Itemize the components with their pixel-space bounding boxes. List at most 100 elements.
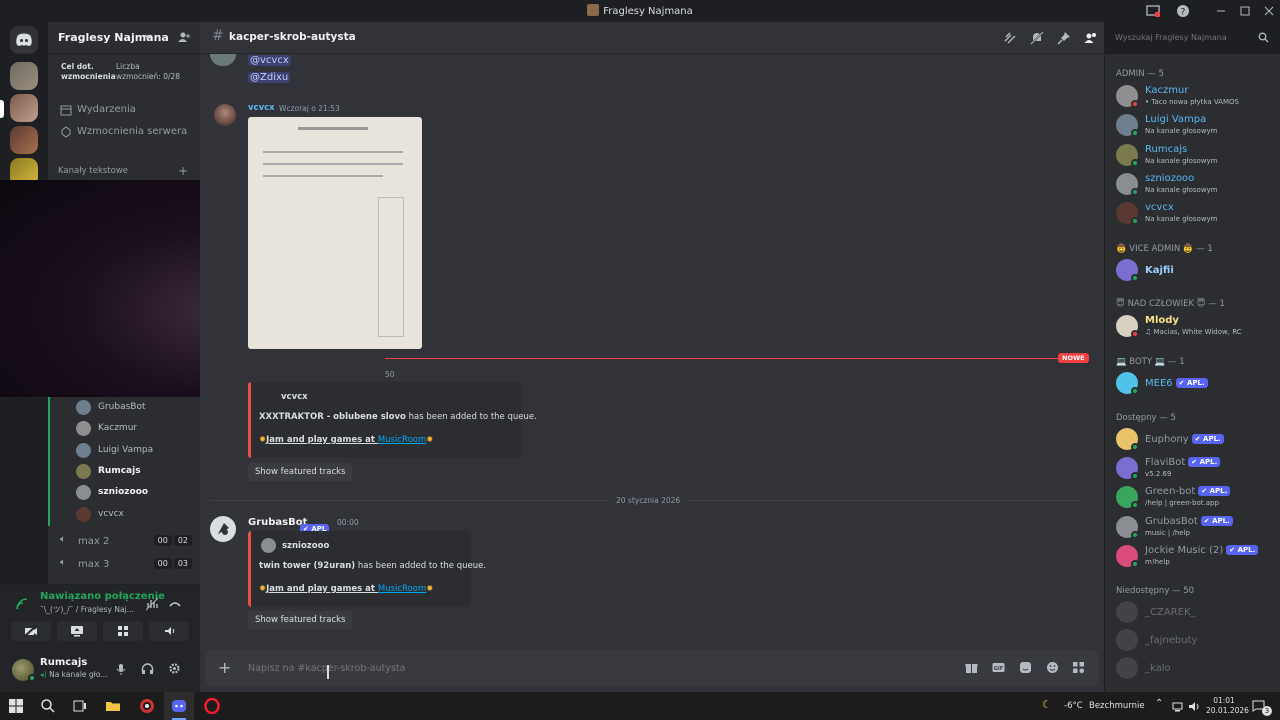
message-input[interactable] <box>248 659 848 677</box>
windows-start-icon[interactable] <box>8 698 24 714</box>
clock[interactable]: 01:01 20.01.2026 <box>1206 696 1249 716</box>
avatar[interactable] <box>210 516 236 542</box>
server-icon-3[interactable] <box>10 126 38 154</box>
active-server-pill <box>0 100 4 118</box>
soundboard-button[interactable] <box>149 621 189 641</box>
member-item[interactable]: FlaviBot ✔ APL. v5.2.69 <box>1116 455 1276 483</box>
message-timestamp: Wczoraj o 21:53 <box>279 104 340 113</box>
boosts-link[interactable]: Wzmocnienia serwera <box>77 126 187 137</box>
member-item-offline[interactable]: _kalo <box>1116 655 1276 683</box>
noise-suppression-icon[interactable] <box>145 597 159 611</box>
voice-channel[interactable]: 🔈︎ max 3 00 03 <box>60 557 192 575</box>
gear-icon[interactable] <box>168 662 181 675</box>
message-author[interactable]: GrubasBot <box>248 517 307 528</box>
invite-icon[interactable] <box>178 31 190 43</box>
minimize-icon[interactable] <box>1214 4 1228 18</box>
signal-icon[interactable] <box>15 597 29 611</box>
help-icon[interactable]: ? <box>1176 4 1190 18</box>
member-item[interactable]: Jockie Music (2) ✔ APL. m!help <box>1116 543 1276 571</box>
voice-channel[interactable]: 🔈︎ max 2 00 02 <box>60 534 192 552</box>
emoji-icon[interactable] <box>1046 661 1059 674</box>
network-icon[interactable] <box>1172 701 1183 712</box>
member-item[interactable]: MEE6 ✔ APL. <box>1116 370 1276 398</box>
app-tag: ✔ APL. <box>1191 434 1224 444</box>
apps-icon[interactable] <box>1072 661 1085 674</box>
voice-status-icon: ◂) <box>40 670 47 679</box>
embed-user: szniozooo <box>282 541 330 551</box>
screen-share-button[interactable] <box>57 621 97 641</box>
gift-icon[interactable] <box>965 661 978 674</box>
inbox-icon[interactable] <box>1146 4 1160 18</box>
svg-text:GIF: GIF <box>994 666 1003 672</box>
camera-toggle-button[interactable] <box>11 621 51 641</box>
member-item-offline[interactable]: _fajnebuty <box>1116 627 1276 655</box>
search-input[interactable] <box>1115 30 1255 45</box>
member-name: MEE6 ✔ APL. <box>1145 378 1208 389</box>
microphone-icon[interactable] <box>116 663 126 676</box>
promo-link[interactable]: MusicRoom <box>378 584 426 594</box>
opera-icon[interactable] <box>204 698 220 714</box>
events-link[interactable]: Wydarzenia <box>77 104 136 115</box>
discord-taskbar-icon[interactable] <box>171 698 187 714</box>
threads-icon[interactable] <box>1003 31 1017 45</box>
volume-icon[interactable] <box>1188 701 1200 712</box>
search-icon[interactable] <box>40 698 56 714</box>
pin-icon[interactable] <box>1057 31 1071 45</box>
promo-link[interactable]: MusicRoom <box>378 435 426 445</box>
member-item[interactable]: GrubasBot ✔ APL. music | /help <box>1116 514 1276 542</box>
user-limit-badge: 00 03 <box>152 558 192 569</box>
file-explorer-icon[interactable] <box>105 698 121 714</box>
server-icon-1[interactable] <box>10 62 38 90</box>
member-group-header: ADMIN — 5 <box>1116 69 1164 79</box>
username[interactable]: Rumcajs <box>40 657 87 668</box>
member-item-offline[interactable]: _CZAREK_ <box>1116 599 1276 627</box>
mention[interactable]: @vcvcx <box>248 55 291 66</box>
show-featured-button[interactable]: Show featured tracks <box>248 611 353 629</box>
member-item[interactable]: Kajfii <box>1116 257 1276 285</box>
activities-button[interactable] <box>103 621 143 641</box>
notification-off-icon[interactable] <box>1030 31 1044 45</box>
add-channel-icon[interactable]: + <box>178 164 188 178</box>
member-item[interactable]: Mlody ♫ Macias, White Widow, RC <box>1116 313 1276 341</box>
message-author[interactable]: vcvcx <box>248 103 275 113</box>
weather-temp[interactable]: -6°C <box>1064 701 1083 711</box>
boost-goal[interactable]: Cel dot. wzmocnienia <box>61 62 116 82</box>
member-status: v5.2.69 <box>1145 470 1172 479</box>
server-icon-2[interactable] <box>10 94 38 122</box>
member-item[interactable]: Rumcajs Na kanale głosowym <box>1116 142 1276 170</box>
member-item[interactable]: Luigi Vampa Na kanale głosowym <box>1116 112 1276 140</box>
screen-share-icon <box>71 626 83 637</box>
disconnect-icon[interactable] <box>168 597 182 611</box>
server-header[interactable]: Fraglesy Najmana <box>48 22 200 54</box>
member-list-icon[interactable] <box>1084 31 1098 45</box>
show-featured-button[interactable]: Show featured tracks <box>248 463 353 481</box>
member-name: Rumcajs <box>1145 143 1188 155</box>
text-channels-category[interactable]: Kanały tekstowe <box>58 166 128 176</box>
member-group-header: 😇 NAD CZŁOWIEK 😇 — 1 <box>1116 299 1225 309</box>
member-status: m!help <box>1145 557 1170 566</box>
close-icon[interactable] <box>1262 4 1276 18</box>
mention[interactable]: @Zdixu <box>248 72 291 83</box>
avatar[interactable] <box>214 104 236 126</box>
task-view-icon[interactable] <box>72 698 88 714</box>
message-timestamp: 00:00 <box>337 518 359 527</box>
member-item[interactable]: Euphony ✔ APL. <box>1116 426 1276 454</box>
sticker-icon[interactable] <box>1019 661 1032 674</box>
member-item[interactable]: Kaczmur • Taco nowa płytka VAMOS <box>1116 83 1276 111</box>
weather-text[interactable]: Bezchmurnie <box>1089 701 1145 711</box>
voice-user-name: Rumcajs <box>98 465 141 476</box>
member-name: _kalo <box>1145 663 1171 674</box>
steam-icon[interactable] <box>139 698 155 714</box>
attachment-image[interactable] <box>248 117 422 349</box>
gif-icon[interactable]: GIF <box>992 661 1005 674</box>
attach-plus-icon[interactable]: + <box>218 658 231 677</box>
search-box[interactable] <box>1110 28 1273 47</box>
chevron-up-icon[interactable]: ⌃ <box>1155 698 1163 709</box>
member-name: vcvcx <box>1145 202 1174 214</box>
member-item[interactable]: vcvcx Na kanale głosowym <box>1116 200 1276 228</box>
member-item[interactable]: Green-bot ✔ APL. /help | green-bot.app <box>1116 484 1276 512</box>
maximize-icon[interactable] <box>1238 4 1252 18</box>
status-dot <box>1131 530 1139 539</box>
headphones-icon[interactable] <box>141 663 154 675</box>
member-item[interactable]: szniozooo Na kanale głosowym <box>1116 171 1276 199</box>
